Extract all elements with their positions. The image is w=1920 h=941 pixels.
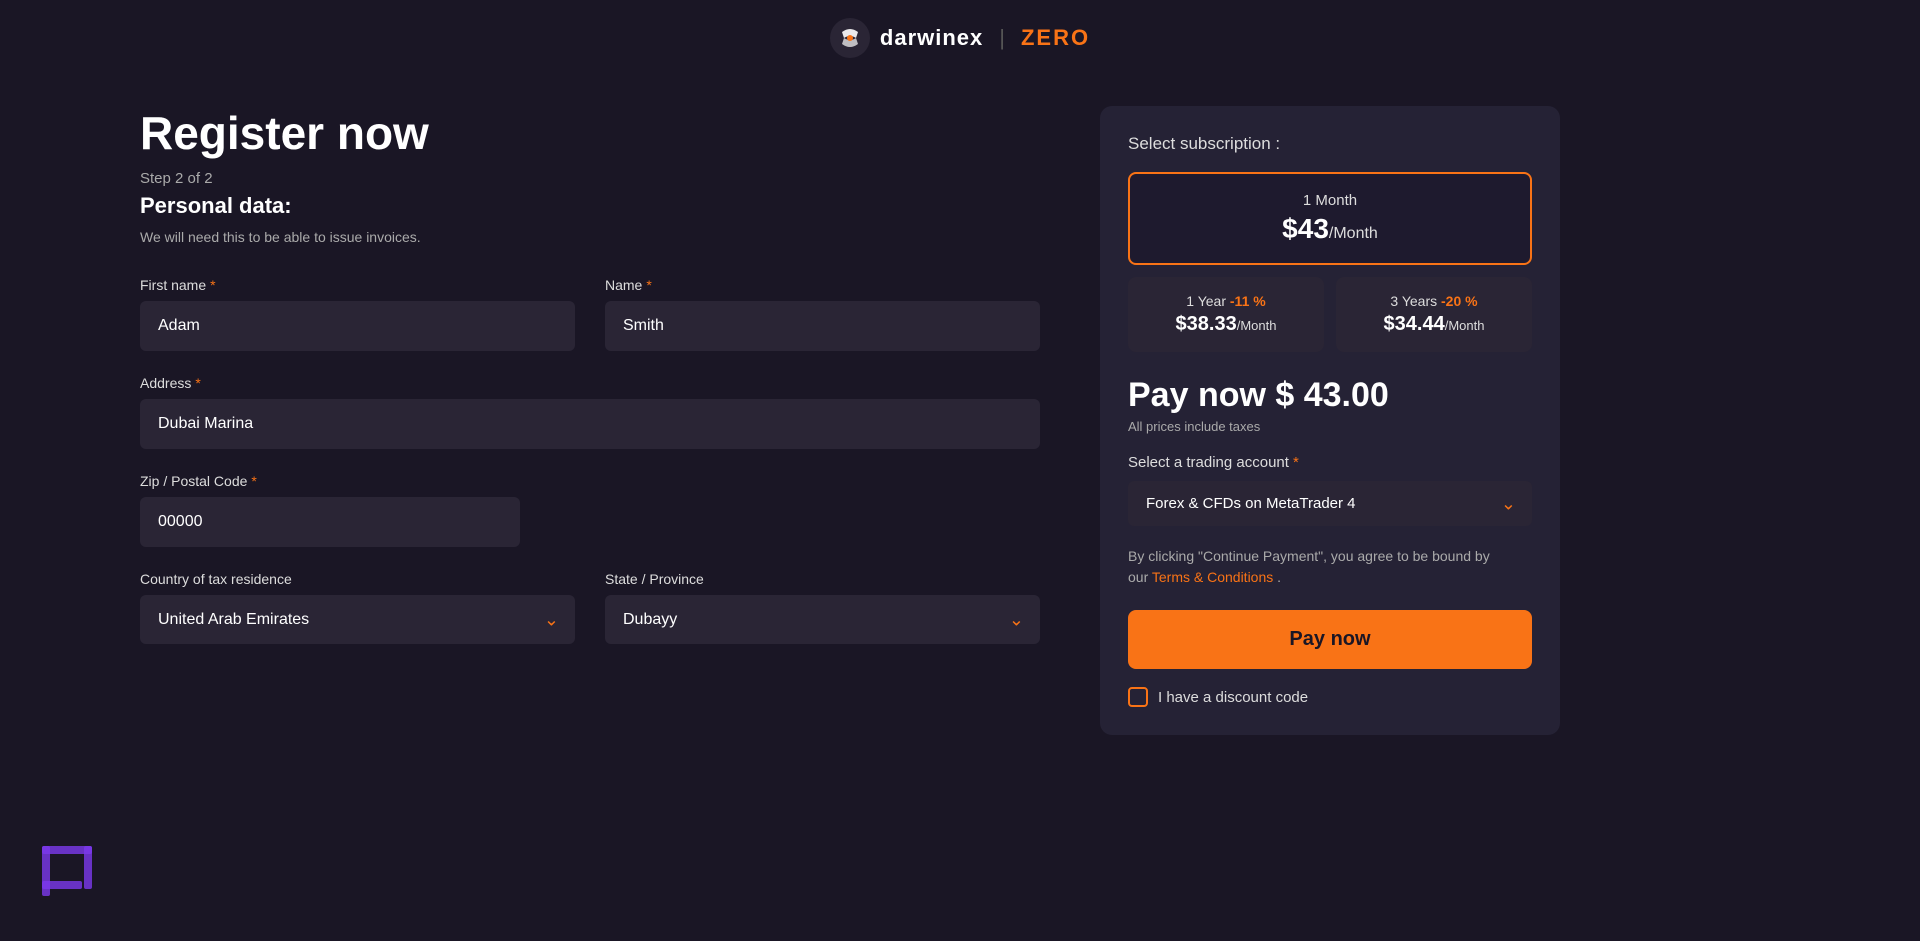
discount-code-checkbox[interactable] <box>1128 687 1148 707</box>
first-name-label: First name* <box>140 277 575 293</box>
last-name-input[interactable] <box>605 301 1040 351</box>
plan-1year-duration: 1 Year -11 % <box>1144 293 1308 309</box>
zip-label: Zip / Postal Code* <box>140 473 520 489</box>
plan-3years-price: $34.44/Month <box>1352 313 1516 336</box>
plan-1year-card[interactable]: 1 Year -11 % $38.33/Month <box>1128 277 1324 352</box>
first-name-group: First name* <box>140 277 575 351</box>
plan-3years-card[interactable]: 3 Years -20 % $34.44/Month <box>1336 277 1532 352</box>
country-select-wrapper: United Arab Emirates ⌄ <box>140 595 575 644</box>
last-name-label: Name* <box>605 277 1040 293</box>
plan-1year-price: $38.33/Month <box>1144 313 1308 336</box>
country-label: Country of tax residence <box>140 571 575 587</box>
plan-1month-price: $43/Month <box>1148 213 1512 245</box>
subscription-sidebar: Select subscription : 1 Month $43/Month … <box>1100 106 1560 735</box>
required-star-address: * <box>195 375 200 391</box>
zip-input[interactable] <box>140 497 520 547</box>
plan-3years-duration: 3 Years -20 % <box>1352 293 1516 309</box>
country-select[interactable]: United Arab Emirates <box>140 595 575 644</box>
page-title: Register now <box>140 106 1040 160</box>
state-label: State / Province <box>605 571 1040 587</box>
zip-group: Zip / Postal Code* <box>140 473 520 547</box>
plan-1month-card[interactable]: 1 Month $43/Month <box>1128 172 1532 265</box>
page-header: darwinex | ZERO <box>0 0 1920 76</box>
country-group: Country of tax residence United Arab Emi… <box>140 571 575 644</box>
main-container: Register now Step 2 of 2 Personal data: … <box>0 76 1920 735</box>
last-name-group: Name* <box>605 277 1040 351</box>
required-star-zip: * <box>251 473 256 489</box>
terms-text: By clicking "Continue Payment", you agre… <box>1128 546 1532 588</box>
bottom-logo <box>40 826 110 901</box>
zip-row: Zip / Postal Code* <box>140 473 1040 547</box>
trading-account-select[interactable]: Forex & CFDs on MetaTrader 4 <box>1128 481 1532 526</box>
trading-select-wrapper: Forex & CFDs on MetaTrader 4 ⌄ <box>1128 481 1532 526</box>
plan-cards: 1 Month $43/Month 1 Year -11 % $38.33/Mo… <box>1128 172 1532 352</box>
subscription-title: Select subscription : <box>1128 134 1532 154</box>
step-indicator: Step 2 of 2 <box>140 170 1040 187</box>
logo: darwinex | ZERO <box>830 18 1090 58</box>
first-name-input[interactable] <box>140 301 575 351</box>
trading-account-label: Select a trading account* <box>1128 454 1532 471</box>
required-star-name: * <box>646 277 651 293</box>
address-input[interactable] <box>140 399 1040 449</box>
taxes-note: All prices include taxes <box>1128 419 1532 434</box>
terms-conditions-link[interactable]: Terms & Conditions <box>1152 569 1273 585</box>
darwinex-logo-icon <box>830 18 870 58</box>
country-state-row: Country of tax residence United Arab Emi… <box>140 571 1040 644</box>
address-label: Address* <box>140 375 1040 391</box>
pay-now-button[interactable]: Pay now <box>1128 610 1532 669</box>
bottom-brand-icon <box>40 826 110 896</box>
trading-required-star: * <box>1293 454 1299 471</box>
pay-now-amount: Pay now $ 43.00 <box>1128 376 1532 415</box>
discount-row: I have a discount code <box>1128 687 1532 707</box>
plan-row-2: 1 Year -11 % $38.33/Month 3 Years -20 % … <box>1128 277 1532 352</box>
discount-code-label: I have a discount code <box>1158 689 1308 706</box>
state-select-wrapper: Dubayy ⌄ <box>605 595 1040 644</box>
logo-zero-text: ZERO <box>1021 25 1090 51</box>
invoice-note: We will need this to be able to issue in… <box>140 229 1040 245</box>
form-section: Register now Step 2 of 2 Personal data: … <box>140 106 1040 668</box>
address-group: Address* <box>140 375 1040 449</box>
personal-data-heading: Personal data: <box>140 193 1040 219</box>
address-row: Address* <box>140 375 1040 449</box>
logo-divider: | <box>999 25 1005 51</box>
required-star: * <box>210 277 215 293</box>
logo-darwinex-text: darwinex <box>880 25 983 51</box>
plan-1month-duration: 1 Month <box>1148 192 1512 209</box>
state-select[interactable]: Dubayy <box>605 595 1040 644</box>
state-group: State / Province Dubayy ⌄ <box>605 571 1040 644</box>
name-row: First name* Name* <box>140 277 1040 351</box>
